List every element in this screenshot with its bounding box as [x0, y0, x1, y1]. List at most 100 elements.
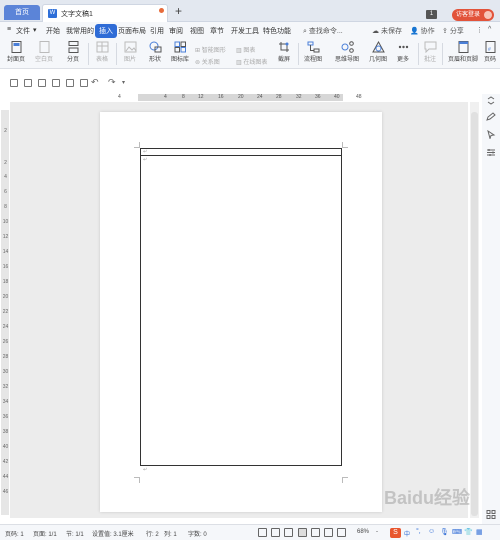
protect-eye-icon[interactable]: [271, 528, 280, 537]
vruler-mark: 32: [2, 384, 9, 390]
status-row[interactable]: 行: 2: [146, 529, 159, 538]
search-command[interactable]: ⌕ 查找命令...: [303, 26, 343, 36]
status-column[interactable]: 列: 1: [164, 529, 177, 538]
menu-page-layout[interactable]: 页面布局: [118, 26, 146, 36]
blank-page-button[interactable]: 空白页: [33, 41, 55, 63]
menu-special[interactable]: 特色功能: [263, 26, 291, 36]
cover-page-button[interactable]: 封面页: [5, 41, 27, 63]
status-setting-value[interactable]: 设置值: 3.1厘米: [92, 529, 134, 538]
hamburger-icon[interactable]: ≡: [7, 26, 11, 33]
status-word-count[interactable]: 字数: 0: [188, 529, 207, 538]
save-icon[interactable]: [38, 79, 46, 87]
page-number-button[interactable]: # 页码: [482, 41, 498, 63]
new-tab-button[interactable]: +: [175, 5, 182, 17]
vruler-mark: 40: [2, 444, 9, 450]
pointer-icon[interactable]: [486, 130, 496, 139]
picture-button[interactable]: 图片: [120, 41, 140, 63]
relation-chart-button[interactable]: ⊚ 关系图: [195, 57, 220, 66]
vertical-ruler[interactable]: 2 2 4 6 8 10 12 14 16 18 20 22 24 26 28 …: [1, 110, 9, 515]
print-icon[interactable]: [66, 79, 74, 87]
ime-mode[interactable]: 中: [404, 529, 410, 538]
menu-file[interactable]: 文件: [16, 26, 30, 36]
status-pages[interactable]: 页面: 1/1: [33, 529, 57, 538]
status-section[interactable]: 节: 1/1: [66, 529, 84, 538]
vruler-mark: 34: [2, 399, 9, 405]
ruler-labels: 4 4 8 12 16 20 24 28 32 36 40 48: [118, 94, 368, 101]
page-count-badge[interactable]: 1: [426, 10, 437, 19]
menu-reference[interactable]: 引用: [150, 26, 164, 36]
menu-frequent[interactable]: 我常用的: [66, 26, 94, 36]
menu-view[interactable]: 视图: [190, 26, 204, 36]
menu-bar: ≡ 文件 ▾ 开始 我常用的 插入 页面布局 引用 审阅 视图 章节 开发工具 …: [0, 22, 500, 39]
export-pdf-icon[interactable]: [52, 79, 60, 87]
sogou-ime-icon[interactable]: S: [390, 528, 401, 538]
customize-toolbar-icon[interactable]: ▾: [122, 79, 125, 86]
flowchart-button[interactable]: 流程图: [302, 41, 324, 63]
title-tab-bar: 首页 W 文字文稿1 + 1 访客登录: [0, 0, 500, 22]
ruler-mark: 32: [296, 94, 302, 100]
toolbox-icon[interactable]: ▦: [476, 528, 483, 536]
status-page-number[interactable]: 页码: 1: [5, 529, 24, 538]
share-label: 分享: [449, 28, 464, 35]
shape-button[interactable]: 形状: [145, 41, 165, 63]
new-doc-icon[interactable]: [10, 79, 18, 87]
ruler-mark: 12: [198, 94, 204, 100]
menu-start[interactable]: 开始: [46, 26, 60, 36]
mindmap-button[interactable]: 思维导图: [332, 41, 362, 63]
ruler-mark: 48: [356, 94, 362, 100]
expand-panel-icon[interactable]: [486, 96, 496, 105]
screenshot-button[interactable]: 截屏: [273, 41, 295, 63]
document-tab[interactable]: W 文字文稿1: [42, 4, 168, 22]
header-footer-button[interactable]: 页眉和页脚: [445, 41, 481, 63]
microphone-icon[interactable]: 🎙: [440, 528, 449, 536]
icon-library-button[interactable]: 图标库: [169, 41, 191, 63]
open-icon[interactable]: [24, 79, 32, 87]
zoom-out-button[interactable]: -: [376, 529, 378, 535]
scrollbar-thumb[interactable]: [471, 112, 478, 516]
web-view-icon[interactable]: [324, 528, 333, 537]
ribbon-divider: [88, 43, 89, 65]
outline-view-icon[interactable]: [311, 528, 320, 537]
settings-sliders-icon[interactable]: [486, 148, 496, 157]
write-mode-icon[interactable]: [284, 528, 293, 537]
more-button[interactable]: 更多: [392, 41, 414, 63]
page-table[interactable]: [140, 148, 342, 466]
edit-pen-icon[interactable]: [486, 112, 496, 121]
reading-mode-icon[interactable]: [337, 528, 346, 537]
full-screen-icon[interactable]: [258, 528, 267, 537]
geometry-button[interactable]: 几何图: [367, 41, 389, 63]
undo-icon[interactable]: ↶: [91, 77, 99, 88]
keyboard-icon[interactable]: ⌨: [452, 528, 462, 536]
menu-insert[interactable]: 插入: [95, 24, 117, 38]
emoji-icon[interactable]: ☺: [428, 528, 435, 535]
save-status[interactable]: ☁ 未保存: [372, 26, 402, 36]
vruler-mark: 14: [2, 249, 9, 255]
chart-button[interactable]: ▥ 图表: [236, 45, 255, 54]
home-tab[interactable]: 首页: [4, 5, 40, 20]
collapse-icon[interactable]: ^: [488, 26, 491, 33]
more-icon[interactable]: ⋮: [476, 26, 483, 34]
dropdown-icon[interactable]: ▾: [33, 26, 37, 34]
skin-icon[interactable]: 👕: [464, 528, 473, 536]
shape-icon: [149, 41, 161, 53]
menu-review[interactable]: 审阅: [169, 26, 183, 36]
print-preview-icon[interactable]: [80, 79, 88, 87]
redo-icon[interactable]: ↷: [108, 77, 116, 88]
ime-punctuation-icon[interactable]: °,: [416, 528, 421, 535]
collab-button[interactable]: 👤 协作: [410, 26, 435, 36]
share-button[interactable]: ⇪ 分享: [442, 26, 464, 36]
smart-art-button[interactable]: ⊞ 智能图形: [195, 45, 226, 54]
ruler-mark: 40: [334, 94, 340, 100]
page-view-icon[interactable]: [298, 528, 307, 537]
ruler-mark: 4: [164, 94, 167, 100]
menu-developer[interactable]: 开发工具: [231, 26, 259, 36]
page-break-button[interactable]: 分页: [62, 41, 84, 63]
table-button[interactable]: 表格: [92, 41, 112, 63]
table-label: 表格: [95, 57, 108, 63]
online-chart-button[interactable]: ▥ 在线图表: [236, 57, 267, 66]
vruler-mark: 26: [2, 339, 9, 345]
login-button[interactable]: 访客登录: [452, 9, 494, 21]
menu-chapter[interactable]: 章节: [210, 26, 224, 36]
comment-button[interactable]: 批注: [421, 41, 439, 63]
zoom-level[interactable]: 68%: [357, 529, 369, 535]
